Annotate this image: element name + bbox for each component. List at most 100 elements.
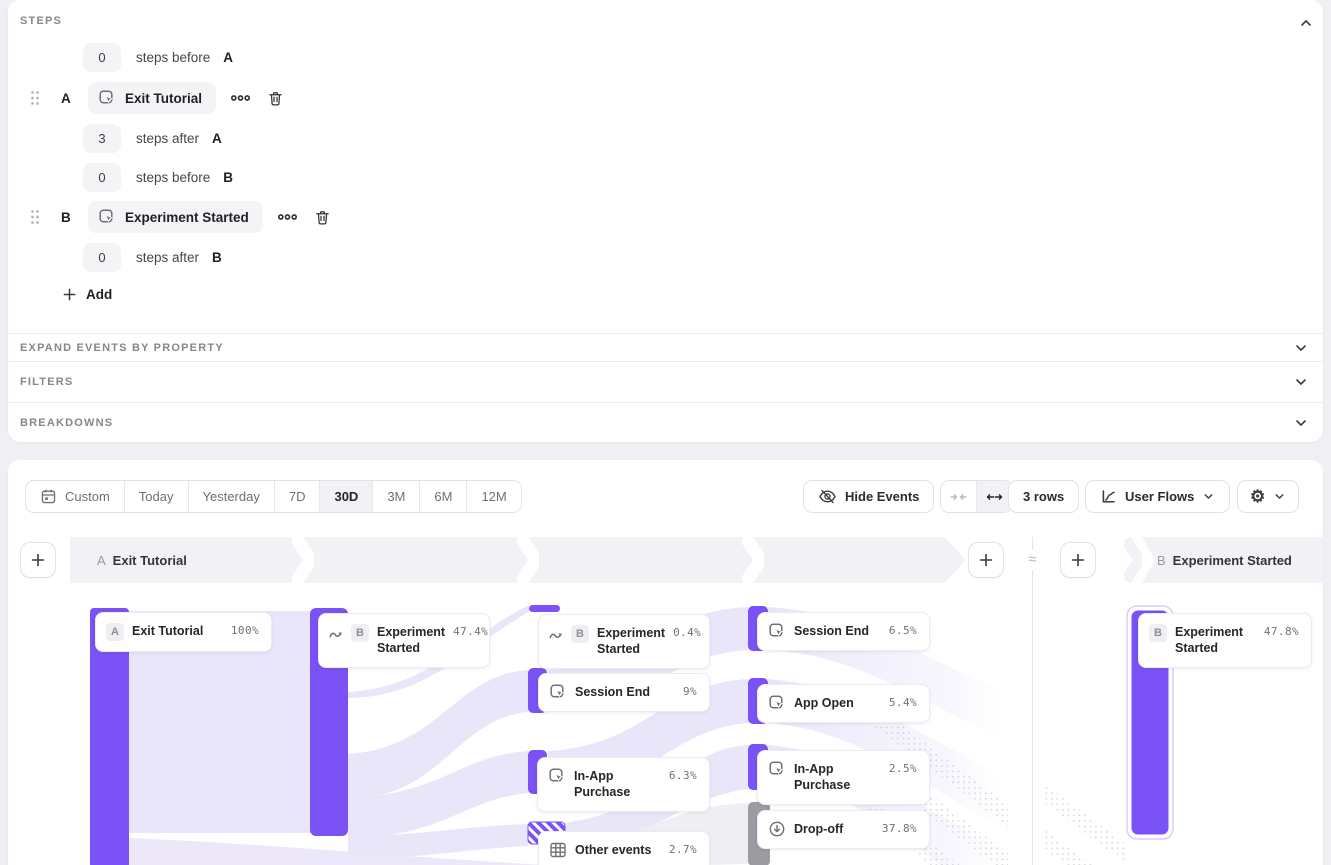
date-range-3m[interactable]: 3M <box>373 481 420 512</box>
section-label: EXPAND EVENTS BY PROPERTY <box>20 342 224 354</box>
event-icon <box>549 683 567 701</box>
flow-node-card[interactable]: B Experiment Started 47.4% <box>318 613 490 668</box>
section-breakdowns[interactable]: BREAKDOWNS <box>8 403 1323 442</box>
other-events-grid-icon <box>549 841 567 859</box>
node-percent: 6.5% <box>889 623 917 637</box>
date-range-custom[interactable]: Custom <box>26 481 125 512</box>
date-range-yesterday[interactable]: Yesterday <box>189 481 275 512</box>
arrows-outward-icon <box>986 491 1003 503</box>
step-letter-chip: B <box>351 624 369 642</box>
rows-count-button[interactable]: 3 rows <box>1008 480 1079 513</box>
node-title: Drop-off <box>794 821 843 837</box>
collapse-steps-chevron-up-icon[interactable] <box>1298 15 1314 31</box>
event-icon <box>548 767 566 785</box>
date-range-label: Yesterday <box>203 489 260 504</box>
step-event-button[interactable]: Exit Tutorial <box>88 82 216 114</box>
section-expand-events-by-property[interactable]: EXPAND EVENTS BY PROPERTY <box>8 334 1323 361</box>
drop-off-icon <box>768 820 786 838</box>
flow-node-card[interactable]: Other events 2.7% <box>538 831 710 865</box>
step-event-button[interactable]: Experiment Started <box>88 201 263 233</box>
step-more-button[interactable] <box>230 94 251 102</box>
plus-icon <box>1070 552 1086 568</box>
plus-icon <box>30 552 46 568</box>
flow-node-card[interactable]: Drop-off 37.8% <box>757 810 930 849</box>
node-title: In-App Purchase <box>574 768 661 801</box>
date-range-label: 12M <box>481 489 506 504</box>
column-header-a[interactable]: A Exit Tutorial <box>70 537 966 583</box>
steps-count-label: steps after <box>136 250 199 265</box>
steps-count-label: steps before <box>136 50 210 65</box>
date-range-label: Today <box>139 489 174 504</box>
event-icon <box>768 622 786 640</box>
trash-icon <box>267 90 284 107</box>
date-range-label: Custom <box>65 489 110 504</box>
approx-symbol: ≈ <box>1021 550 1044 570</box>
date-range-12m[interactable]: 12M <box>467 481 520 512</box>
node-title: Experiment Started <box>597 625 665 658</box>
add-steps-after-button[interactable] <box>968 542 1004 578</box>
view-type-dropdown[interactable]: User Flows <box>1085 480 1230 513</box>
step-letter: A <box>61 91 71 106</box>
hide-events-button[interactable]: Hide Events <box>803 480 934 513</box>
steps-count-input[interactable]: 0 <box>83 163 121 192</box>
flow-node-card[interactable]: App Open 5.4% <box>757 684 930 723</box>
collapse-columns-button[interactable] <box>941 481 977 512</box>
chevron-down-icon <box>1202 490 1215 503</box>
add-column-left-button[interactable] <box>20 542 56 578</box>
steps-count-input[interactable]: 0 <box>83 243 121 272</box>
node-title: Exit Tutorial <box>132 623 203 639</box>
node-percent: 47.4% <box>453 624 488 638</box>
node-percent: 6.3% <box>669 768 697 782</box>
column-name: Exit Tutorial <box>113 553 187 568</box>
step-delete-button[interactable] <box>314 209 331 226</box>
squiggle-arrow-icon <box>329 627 343 641</box>
section-label: FILTERS <box>20 376 73 388</box>
hide-events-label: Hide Events <box>845 489 919 504</box>
node-title: Session End <box>794 623 869 639</box>
flow-node-card[interactable]: A Exit Tutorial 100% <box>95 612 272 652</box>
steps-count-row: 0 steps before B <box>83 163 233 192</box>
section-label: BREAKDOWNS <box>20 417 113 429</box>
column-separator-chevron <box>742 537 764 583</box>
node-title: In-App Purchase <box>794 761 881 794</box>
chevron-down-icon <box>1293 415 1309 431</box>
column-name: Experiment Started <box>1173 553 1292 568</box>
steps-count-input[interactable]: 3 <box>83 124 121 153</box>
steps-count-label: steps after <box>136 131 199 146</box>
chevron-down-icon <box>1273 490 1286 503</box>
expand-columns-button[interactable] <box>977 481 1012 512</box>
trash-icon <box>314 209 331 226</box>
column-header-b[interactable]: BExperiment Started <box>1142 537 1323 583</box>
chevron-down-icon <box>1293 374 1309 390</box>
date-range-6m[interactable]: 6M <box>420 481 467 512</box>
flow-node-card[interactable]: Session End 9% <box>538 673 710 712</box>
add-steps-before-button[interactable] <box>1060 542 1096 578</box>
section-filters[interactable]: FILTERS <box>8 362 1323 402</box>
step-delete-button[interactable] <box>267 90 284 107</box>
flow-node-card[interactable]: B Experiment Started 47.8% <box>1138 613 1312 668</box>
step-event-name: Experiment Started <box>125 210 249 225</box>
step-letter-chip: A <box>106 623 124 641</box>
flow-node-card[interactable]: Session End 6.5% <box>757 612 930 651</box>
steps-count-row: 3 steps after A <box>83 124 222 153</box>
step-row-a: A Exit Tutorial <box>30 82 284 114</box>
flow-node-card[interactable]: B Experiment Started 0.4% <box>538 614 710 669</box>
more-options-icon <box>277 213 298 221</box>
date-range-30d-selected[interactable]: 30D <box>320 481 373 512</box>
node-percent: 2.7% <box>669 842 697 856</box>
date-range-today[interactable]: Today <box>125 481 189 512</box>
settings-dropdown[interactable]: ⚙ <box>1237 480 1299 513</box>
steps-count-ref: A <box>212 131 222 146</box>
flow-node-card[interactable]: In-App Purchase 6.3% <box>537 757 710 812</box>
date-range-7d[interactable]: 7D <box>275 481 321 512</box>
node-title: Experiment Started <box>1175 624 1256 657</box>
step-letter: B <box>61 210 71 225</box>
column-letter: A <box>97 553 106 568</box>
date-range-label: 6M <box>434 489 452 504</box>
step-more-button[interactable] <box>277 213 298 221</box>
add-step-button[interactable]: Add <box>62 287 112 302</box>
drag-handle-icon[interactable] <box>30 90 40 106</box>
steps-count-input[interactable]: 0 <box>83 43 121 72</box>
drag-handle-icon[interactable] <box>30 209 40 225</box>
flow-node-card[interactable]: In-App Purchase 2.5% <box>757 750 930 805</box>
